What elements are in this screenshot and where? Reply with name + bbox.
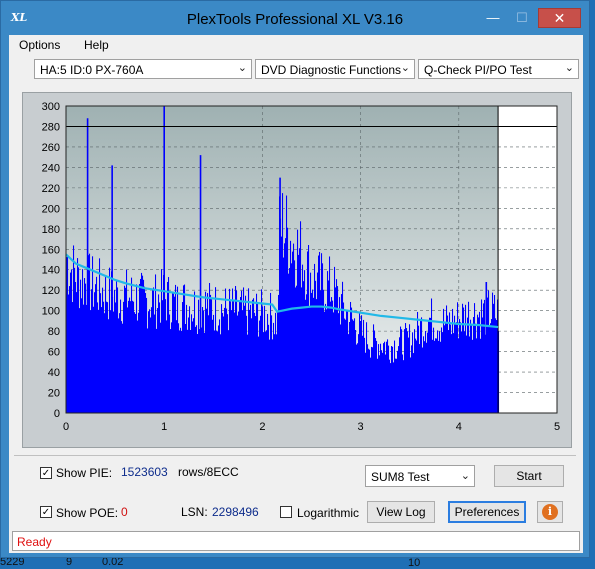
chevron-down-icon: ⌄ xyxy=(237,62,247,74)
pie-unit: rows/8ECC xyxy=(178,465,239,479)
chevron-down-icon: ⌄ xyxy=(564,62,574,74)
drive-select-value: HA:5 ID:0 PX-760A xyxy=(40,63,144,77)
background-text-10: 10 xyxy=(408,557,421,569)
sum8-test-select[interactable]: SUM8 Test ⌄ xyxy=(365,465,475,487)
pipo-chart: 0204060801001201401601802002202402602803… xyxy=(42,101,560,433)
client-area: Options Help HA:5 ID:0 PX-760A ⌄ DVD Dia… xyxy=(9,35,583,553)
close-button[interactable]: ✕ xyxy=(538,8,581,28)
minimize-button[interactable]: — xyxy=(479,8,507,28)
menu-options[interactable]: Options xyxy=(19,38,60,52)
sum8-test-value: SUM8 Test xyxy=(371,470,430,484)
x-tick-label: 1 xyxy=(161,421,167,433)
test-select-value: Q-Check PI/PO Test xyxy=(424,63,532,77)
function-select-value: DVD Diagnostic Functions xyxy=(261,63,402,77)
maximize-button[interactable]: ☐ xyxy=(508,8,536,28)
poe-value: 0 xyxy=(121,505,128,519)
divider xyxy=(14,455,576,456)
lsn-label: LSN: xyxy=(181,505,208,519)
y-tick-label: 100 xyxy=(42,306,60,318)
chevron-down-icon: ⌄ xyxy=(400,62,410,74)
show-poe-checkbox[interactable]: ✓ xyxy=(40,506,52,518)
menu-bar: Options Help xyxy=(9,35,583,55)
test-select[interactable]: Q-Check PI/PO Test ⌄ xyxy=(418,59,579,79)
start-button[interactable]: Start xyxy=(494,465,564,487)
y-tick-label: 240 xyxy=(42,162,60,174)
y-tick-label: 300 xyxy=(42,101,60,113)
lsn-value: 2298496 xyxy=(212,505,259,519)
y-tick-label: 200 xyxy=(42,203,60,215)
menu-help[interactable]: Help xyxy=(84,38,109,52)
y-tick-label: 160 xyxy=(42,244,60,256)
y-tick-label: 280 xyxy=(42,121,60,133)
x-tick-label: 2 xyxy=(259,421,265,433)
show-pie-checkbox[interactable]: ✓ xyxy=(40,467,52,479)
logarithmic-label: Logarithmic xyxy=(297,506,360,520)
y-tick-label: 80 xyxy=(48,326,60,338)
x-tick-label: 4 xyxy=(456,421,462,433)
y-tick-label: 60 xyxy=(48,347,60,359)
title-bar[interactable]: XL PlexTools Professional XL V3.16 — ☐ ✕ xyxy=(1,1,589,35)
y-tick-label: 260 xyxy=(42,142,60,154)
y-tick-label: 120 xyxy=(42,285,60,297)
y-tick-label: 40 xyxy=(48,367,60,379)
logarithmic-checkbox[interactable] xyxy=(280,506,292,518)
status-text: Ready xyxy=(17,535,52,549)
x-tick-label: 0 xyxy=(63,421,69,433)
plextools-window: XL PlexTools Professional XL V3.16 — ☐ ✕… xyxy=(0,0,590,558)
y-tick-label: 220 xyxy=(42,183,60,195)
view-log-button[interactable]: View Log xyxy=(367,501,435,523)
y-tick-label: 0 xyxy=(54,408,60,420)
chart-frame: 0 20 40 60 80 100 120 140 160 180 200 220 240 260 280 3… xyxy=(22,92,572,448)
y-tick-label: 140 xyxy=(42,265,60,277)
preferences-button[interactable]: Preferences xyxy=(448,501,526,523)
y-tick-label: 180 xyxy=(42,224,60,236)
show-pie-label: Show PIE: xyxy=(56,466,113,480)
x-tick-label: 3 xyxy=(358,421,364,433)
drive-select[interactable]: HA:5 ID:0 PX-760A ⌄ xyxy=(34,59,252,79)
y-tick-label: 20 xyxy=(48,388,60,400)
function-select[interactable]: DVD Diagnostic Functions ⌄ xyxy=(255,59,415,79)
pie-value: 1523603 xyxy=(121,465,168,479)
info-icon: i xyxy=(542,504,558,520)
x-tick-label: 5 xyxy=(554,421,560,433)
status-bar: Ready xyxy=(12,531,580,551)
unused-region xyxy=(498,106,557,413)
info-button[interactable]: i xyxy=(537,501,563,523)
show-poe-label: Show POE: xyxy=(56,506,119,520)
chevron-down-icon: ⌄ xyxy=(460,470,470,482)
